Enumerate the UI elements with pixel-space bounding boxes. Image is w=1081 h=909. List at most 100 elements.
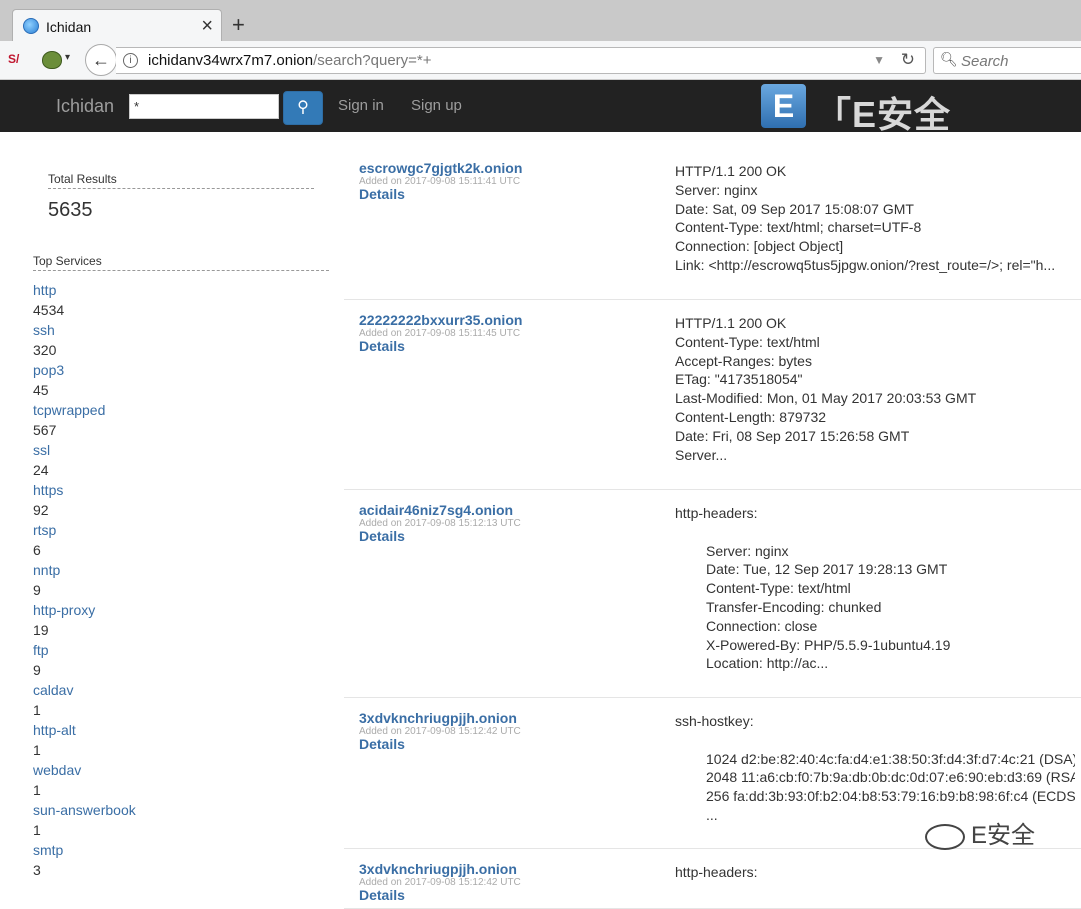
result-host-link[interactable]: 3xdvknchriugpjjh.onion — [359, 710, 517, 726]
result-host-link[interactable]: 3xdvknchriugpjjh.onion — [359, 861, 517, 877]
sign-in-link[interactable]: Sign in — [338, 97, 384, 114]
service-link[interactable]: ssl — [33, 440, 136, 460]
service-link[interactable]: https — [33, 480, 136, 500]
banner-line: HTTP/1.1 200 OK — [675, 163, 787, 179]
reload-icon[interactable]: ↻ — [901, 50, 915, 70]
result-banner: HTTP/1.1 200 OK Content-Type: text/html Ac… — [675, 314, 1075, 464]
query-input[interactable] — [129, 94, 279, 119]
sidebar: Total Results 5635 Top Services http 4534… — [0, 132, 340, 881]
banner-line: HTTP/1.1 200 OK — [675, 315, 787, 331]
service-count: 6 — [33, 542, 41, 558]
service-count: 4534 — [33, 302, 65, 318]
result-host-link[interactable]: 22222222bxxurr35.onion — [359, 312, 522, 328]
top-services-list: http 4534 ssh 320 pop3 45 tcpwrapped 567 ssl 24 ht… — [33, 280, 136, 880]
result-banner: http-headers: Server: nginx Date: Tue, 12 … — [675, 504, 1075, 673]
result-details-link[interactable]: Details — [359, 338, 405, 354]
banner-line: 256 fa:dd:3b:93:0f:b2:04:b8:53:79:16:b9:… — [706, 788, 1075, 805]
service-link[interactable]: webdav — [33, 760, 136, 780]
banner-line: Server: nginx — [706, 542, 789, 559]
result-item: acidair46niz7sg4.onion Added on 2017-09-0… — [344, 490, 1081, 698]
service-link[interactable]: ssh — [33, 320, 136, 340]
service-count: 9 — [33, 582, 41, 598]
banner-blank-line — [675, 731, 1075, 750]
service-count: 3 — [33, 862, 41, 878]
tab-title: Ichidan — [46, 19, 92, 35]
onion-icon[interactable] — [42, 51, 62, 69]
service-count: 1 — [33, 782, 41, 798]
logo-text: 「E安全 — [815, 94, 952, 135]
result-item: 22222222bxxurr35.onion Added on 2017-09-0… — [344, 300, 1081, 490]
result-banner: HTTP/1.1 200 OK Server: nginx Date: Sat, 0… — [675, 162, 1075, 275]
service-link[interactable]: smtp — [33, 840, 136, 860]
search-button[interactable]: ⚲ — [283, 91, 323, 125]
back-button[interactable]: ← — [85, 44, 117, 76]
banner-blank-line — [675, 523, 1075, 542]
search-icon: ⚲ — [297, 99, 309, 116]
browser-toolbar: S/ ▾ ← i ichidanv34wrx7m7.onion/search?q… — [0, 41, 1081, 80]
result-details-link[interactable]: Details — [359, 887, 405, 903]
service-link[interactable]: sun-answerbook — [33, 800, 136, 820]
banner-line: Server: nginx — [675, 181, 758, 198]
chevron-down-icon[interactable]: ▾ — [65, 52, 70, 63]
service-count: 1 — [33, 742, 41, 758]
top-services-label: Top Services — [33, 254, 329, 271]
banner-line: Last-Modified: Mon, 01 May 2017 20:03:53… — [675, 390, 977, 407]
result-item: escrowgc7gjgtk2k.onion Added on 2017-09-0… — [344, 148, 1081, 300]
new-tab-button[interactable]: + — [232, 12, 245, 38]
results-list: escrowgc7gjgtk2k.onion Added on 2017-09-0… — [344, 148, 1081, 909]
result-item: 3xdvknchriugpjjh.onion Added on 2017-09-0… — [344, 849, 1081, 909]
chat-bubble-icon — [925, 823, 965, 850]
banner-line: Connection: [object Object] — [675, 238, 844, 255]
logo-badge: E — [761, 84, 806, 128]
service-link[interactable]: http-proxy — [33, 600, 136, 620]
result-details-link[interactable]: Details — [359, 736, 405, 752]
service-link[interactable]: caldav — [33, 680, 136, 700]
banner-line: Connection: close — [706, 617, 818, 634]
service-link[interactable]: tcpwrapped — [33, 400, 136, 420]
service-link[interactable]: http-alt — [33, 720, 136, 740]
service-count: 320 — [33, 342, 57, 358]
site-navbar: Ichidan ⚲ Sign in Sign up E 「E安全 — [0, 80, 1081, 135]
service-count: 92 — [33, 502, 49, 518]
banner-line: 1024 d2:be:82:40:4c:fa:d4:e1:38:50:3f:d4… — [706, 750, 1075, 767]
service-count: 1 — [33, 822, 41, 838]
result-host-link[interactable]: escrowgc7gjgtk2k.onion — [359, 160, 522, 176]
extension-s-icon[interactable]: S/ — [8, 52, 26, 68]
sign-up-link[interactable]: Sign up — [411, 97, 462, 114]
browser-search-box[interactable]: 🔍︎ Search — [933, 47, 1081, 74]
browser-tab-bar: Ichidan × + — [0, 0, 1081, 42]
service-link[interactable]: rtsp — [33, 520, 136, 540]
search-icon: 🔍︎ — [940, 51, 958, 67]
service-link[interactable]: http — [33, 280, 136, 300]
service-link[interactable]: pop3 — [33, 360, 136, 380]
service-count: 1 — [33, 702, 41, 718]
result-details-link[interactable]: Details — [359, 528, 405, 544]
banner-line: Link: <http://escrowq5tus5jpgw.onion/?re… — [675, 256, 1056, 273]
banner-line: ETag: "4173518054" — [675, 371, 803, 388]
result-banner: http-headers: — [675, 863, 1075, 882]
banner-line: ssh-hostkey: — [675, 713, 754, 729]
result-details-link[interactable]: Details — [359, 186, 405, 202]
result-host-link[interactable]: acidair46niz7sg4.onion — [359, 502, 513, 518]
banner-line: Location: http://ac... — [706, 655, 829, 672]
service-link[interactable]: ftp — [33, 640, 136, 660]
banner-line: http-headers: — [675, 505, 758, 521]
banner-line: Content-Type: text/html — [706, 580, 851, 597]
globe-icon — [23, 18, 39, 34]
close-tab-icon[interactable]: × — [201, 15, 213, 38]
search-placeholder: Search — [961, 53, 1009, 70]
service-count: 24 — [33, 462, 49, 478]
result-banner: ssh-hostkey: 1024 d2:be:82:40:4c:fa:d4:e1… — [675, 712, 1075, 825]
banner-line: Date: Sat, 09 Sep 2017 15:08:07 GMT — [675, 200, 914, 217]
service-link[interactable]: nntp — [33, 560, 136, 580]
banner-line: Content-Type: text/html — [675, 333, 820, 350]
banner-line: Content-Length: 879732 — [675, 408, 827, 425]
history-dropdown-icon[interactable]: ▼ — [873, 53, 885, 67]
browser-tab[interactable]: Ichidan × — [12, 9, 222, 42]
info-icon[interactable]: i — [123, 53, 138, 68]
address-bar[interactable]: i ichidanv34wrx7m7.onion/search?query=*+… — [116, 47, 926, 74]
url-text[interactable]: ichidanv34wrx7m7.onion/search?query=*+ — [148, 52, 432, 69]
banner-line: Accept-Ranges: bytes — [675, 352, 812, 369]
site-brand[interactable]: Ichidan — [56, 96, 114, 117]
banner-line: Transfer-Encoding: chunked — [706, 598, 882, 615]
